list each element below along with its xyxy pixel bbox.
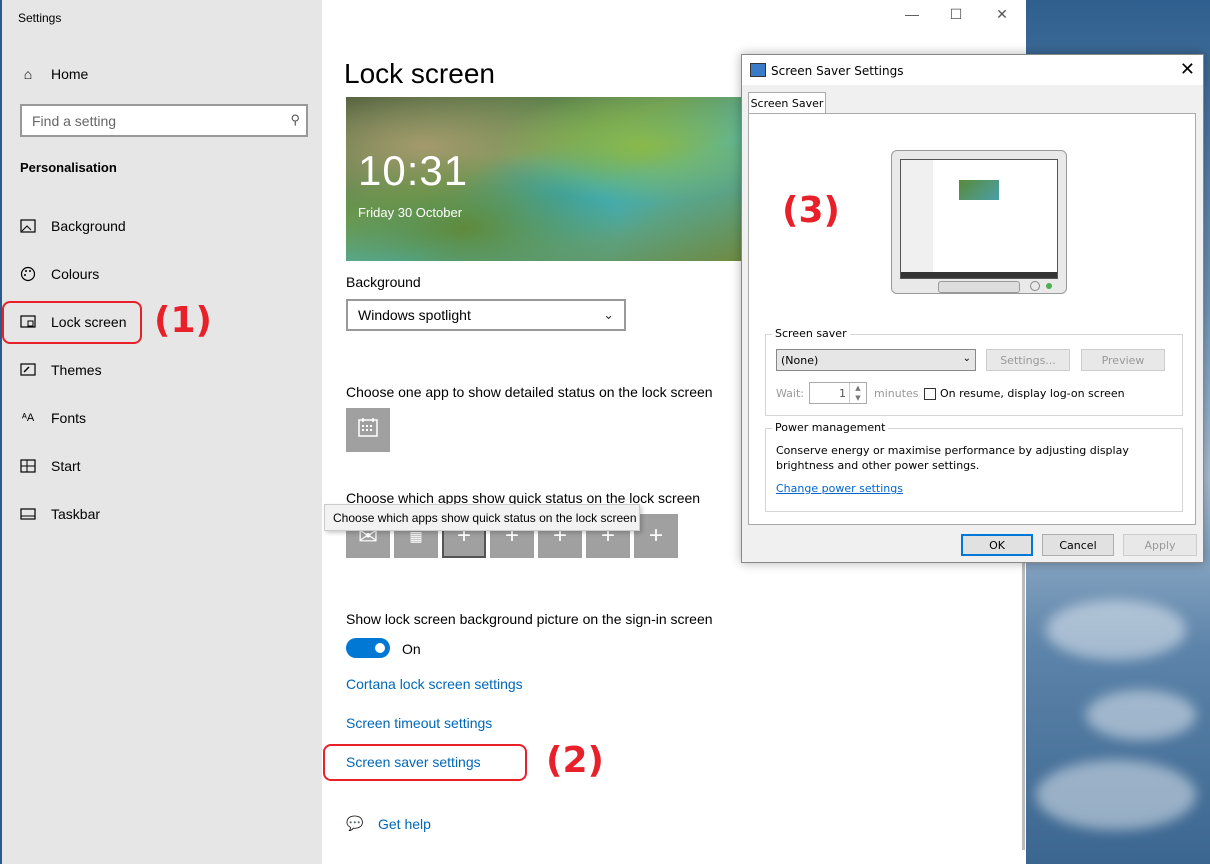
detailed-status-label: Choose one app to show detailed status o…	[346, 384, 713, 400]
dialog-title: Screen Saver Settings	[771, 64, 904, 78]
minimize-button[interactable]: —	[902, 6, 922, 22]
apply-button[interactable]: Apply	[1123, 534, 1197, 556]
show-background-toggle[interactable]	[346, 638, 390, 658]
toggle-knob	[375, 643, 385, 653]
monitor-preview	[891, 150, 1067, 294]
nav-item-label: Start	[51, 458, 81, 474]
chevron-down-icon: ⌄	[962, 353, 971, 364]
minutes-label: minutes	[874, 387, 919, 400]
screen-saver-value: (None)	[781, 353, 819, 367]
plus-icon: +	[648, 522, 663, 549]
help-chat-icon: 💬	[346, 815, 364, 831]
power-description: Conserve energy or maximise performance …	[776, 444, 1129, 472]
preview-time: 10:31	[358, 147, 469, 194]
search-icon: ⚲	[290, 112, 300, 127]
annotation-label-1: (1)	[154, 300, 212, 341]
screen-saver-select[interactable]: (None) ⌄	[776, 349, 976, 371]
tab-screen-saver[interactable]: Screen Saver	[748, 92, 826, 114]
spinner-arrows-icon[interactable]: ▲ ▼	[849, 383, 866, 403]
nav-home[interactable]: ⌂ Home	[20, 59, 89, 89]
start-icon	[20, 458, 36, 474]
monitor-screen	[900, 159, 1058, 279]
annotation-box-screen-saver	[323, 744, 527, 781]
close-button[interactable]: ✕	[992, 6, 1012, 23]
ok-button[interactable]: OK	[961, 534, 1033, 556]
section-title: Personalisation	[20, 160, 117, 175]
screen-saver-group: Screen saver (None) ⌄ Settings... Previe…	[765, 327, 1183, 416]
nav-item-taskbar[interactable]: Taskbar	[20, 499, 100, 529]
nav-item-label: Background	[51, 218, 126, 234]
resume-label: On resume, display log-on screen	[940, 387, 1125, 400]
nav-item-label: Taskbar	[51, 506, 101, 522]
image-icon	[20, 218, 36, 234]
wait-value: 1	[839, 387, 846, 400]
maximize-button[interactable]: ☐	[946, 6, 966, 23]
power-group-label: Power management	[772, 421, 889, 434]
nav-item-label: Themes	[51, 362, 102, 378]
cortana-lock-screen-link[interactable]: Cortana lock screen settings	[346, 676, 523, 692]
annotation-label-2: (2)	[546, 740, 604, 781]
calendar-icon	[357, 416, 379, 445]
palette-icon	[20, 266, 36, 282]
resume-checkbox[interactable]	[924, 388, 936, 400]
change-power-settings-link[interactable]: Change power settings	[776, 482, 903, 495]
show-background-label: Show lock screen background picture on t…	[346, 611, 713, 627]
annotation-box-lock-screen	[2, 301, 142, 344]
search-placeholder: Find a setting	[32, 112, 117, 129]
nav-item-background[interactable]: Background	[20, 211, 126, 241]
nav-item-start[interactable]: Start	[20, 451, 81, 481]
tooltip: Choose which apps show quick status on t…	[324, 504, 640, 531]
wait-spinner[interactable]: 1 ▲ ▼	[809, 382, 867, 404]
screen-saver-panel: Screen saver (None) ⌄ Settings... Previe…	[748, 113, 1196, 525]
font-icon: ᴬA	[21, 412, 35, 424]
toggle-state: On	[402, 641, 421, 657]
monitor-icon	[750, 63, 766, 77]
nav-item-fonts[interactable]: ᴬA Fonts	[20, 403, 86, 433]
lock-screen-preview: 10:31 Friday 30 October	[346, 97, 741, 261]
nav-item-label: Colours	[51, 266, 100, 282]
background-value: Windows spotlight	[358, 307, 471, 323]
window-title: Settings	[18, 11, 62, 25]
annotation-label-3: (3)	[782, 190, 840, 231]
page-title: Lock screen	[344, 58, 495, 89]
preview-date: Friday 30 October	[358, 205, 463, 220]
navigation-pane: Settings ⌂ Home Find a setting ⚲ Persona…	[0, 0, 322, 864]
add-app-tile[interactable]: +	[634, 514, 678, 558]
screen-saver-settings-button[interactable]: Settings...	[986, 349, 1070, 371]
power-management-group: Power management Conserve energy or maxi…	[765, 421, 1183, 512]
home-icon: ⌂	[23, 66, 33, 82]
get-help-link[interactable]: Get help	[378, 816, 431, 832]
background-label: Background	[346, 274, 421, 290]
taskbar-icon	[20, 506, 36, 522]
calendar-app-tile[interactable]	[346, 408, 390, 452]
search-input[interactable]: Find a setting ⚲	[20, 104, 308, 137]
cancel-button[interactable]: Cancel	[1042, 534, 1114, 556]
dialog-close-button[interactable]: ✕	[1180, 59, 1195, 80]
background-dropdown[interactable]: Windows spotlight ⌄	[346, 299, 626, 331]
nav-item-colours[interactable]: Colours	[20, 259, 99, 289]
nav-home-label: Home	[51, 66, 89, 82]
nav-item-themes[interactable]: Themes	[20, 355, 102, 385]
screen-saver-dialog: Screen Saver Settings ✕ Screen Saver Scr…	[741, 54, 1204, 563]
dialog-titlebar: Screen Saver Settings ✕	[742, 55, 1203, 85]
nav-item-label: Fonts	[51, 410, 87, 426]
screen-timeout-link[interactable]: Screen timeout settings	[346, 715, 492, 731]
wait-label: Wait:	[776, 387, 804, 400]
screen-saver-group-label: Screen saver	[772, 327, 850, 340]
brush-icon	[20, 362, 36, 378]
chevron-down-icon: ⌄	[603, 307, 614, 322]
preview-button[interactable]: Preview	[1081, 349, 1165, 371]
